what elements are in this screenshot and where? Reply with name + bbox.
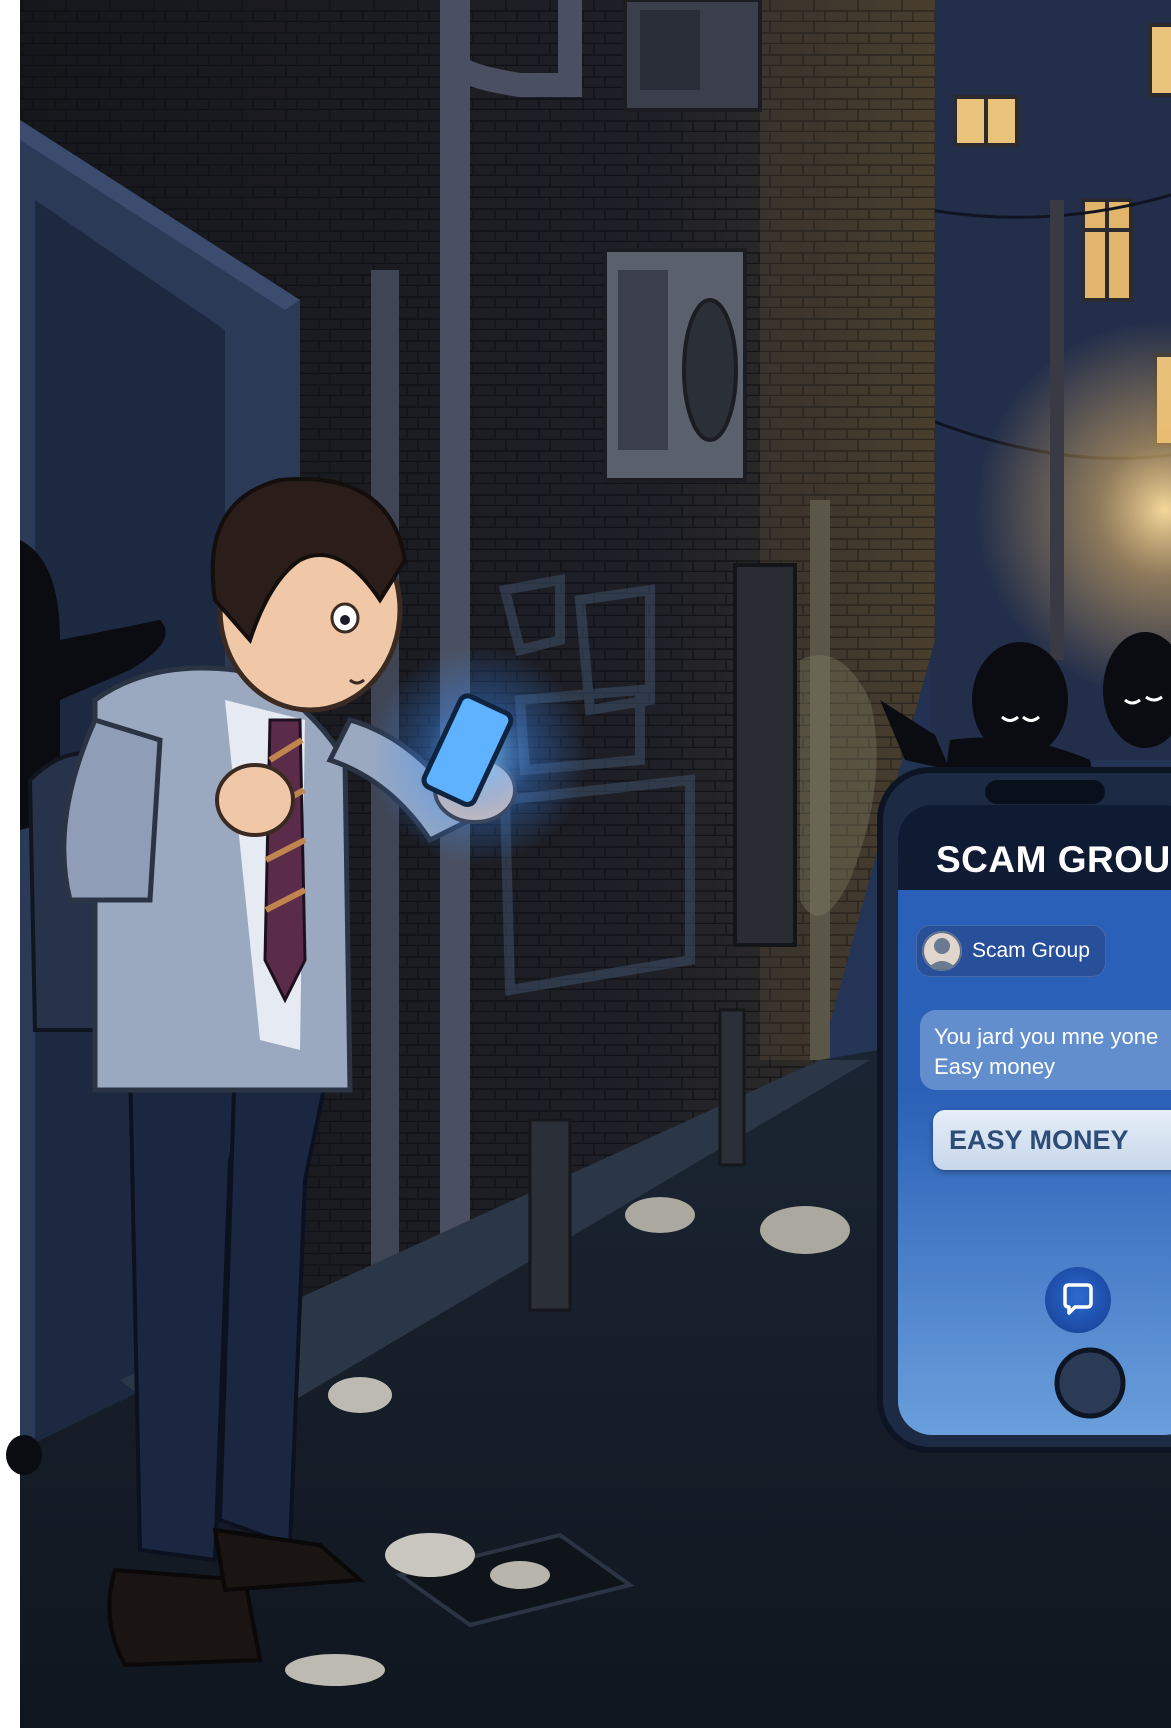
- ac-unit-lower: [603, 248, 747, 482]
- chat-title: SCAM GROUP: [936, 839, 1171, 880]
- phone-screen: SCAM GROUP Scam Group You jard you mne y…: [898, 805, 1171, 1435]
- chat-bubble-icon[interactable]: [1045, 1267, 1111, 1333]
- easy-money-label: EASY MONEY: [949, 1125, 1129, 1155]
- message-line-2: Easy money: [934, 1054, 1056, 1079]
- contact-chip[interactable]: Scam Group: [916, 925, 1106, 977]
- ac-unit-upper: [623, 0, 762, 112]
- message-line-1: You jard you mne yone: [934, 1024, 1159, 1049]
- message-bubble: You jard you mne yone Easy money: [920, 1010, 1171, 1090]
- contact-name: Scam Group: [972, 939, 1090, 962]
- alley-scene: SCAM GROUP Scam Group You jard you mne y…: [0, 0, 1171, 1728]
- easy-money-button[interactable]: EASY MONEY: [933, 1110, 1171, 1170]
- user-avatar-icon: [922, 931, 962, 971]
